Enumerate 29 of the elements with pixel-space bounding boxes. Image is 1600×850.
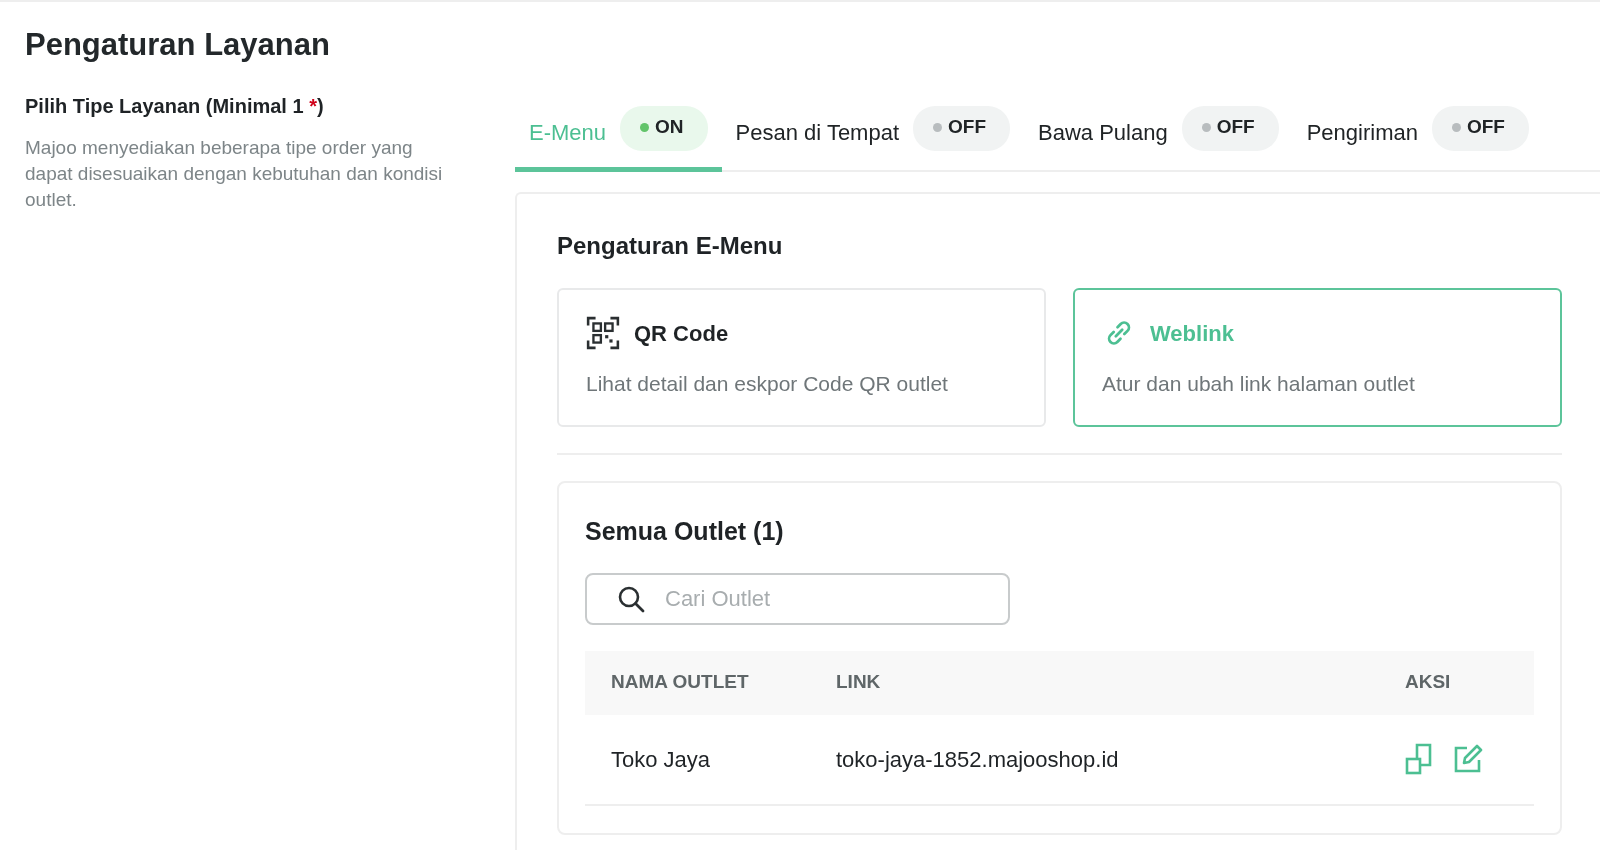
column-header: NAMA OUTLET <box>585 650 835 715</box>
option-title: QR Code <box>634 319 729 348</box>
section-description: Majoo menyediakan beberapa tipe order yang dapat disesuaikan dengan kebutuhan dan kondisi outlet. <box>25 136 444 213</box>
status-badge: OFF <box>1181 106 1279 151</box>
edit-button[interactable] <box>1453 744 1483 774</box>
service-tab[interactable]: Bawa Pulang OFF <box>1024 106 1293 172</box>
service-tab[interactable]: Pesan di Tempat OFF <box>721 106 1025 172</box>
search-field[interactable]: Cari Outlet <box>585 572 1010 625</box>
edit-icon <box>1453 744 1483 774</box>
service-tab[interactable]: Pengiriman OFF <box>1292 106 1543 172</box>
panel-title: Pengaturan E-Menu <box>557 231 784 261</box>
table-cell: Toko Jaya <box>585 714 835 805</box>
outlet-title: Semua Outlet (1) <box>585 516 785 547</box>
column-header: AKSI <box>1404 650 1534 715</box>
option-card[interactable]: QR Code Lihat detail dan eskpor Code QR outlet <box>557 288 1046 427</box>
option-description: Lihat detail dan eskpor Code QR outlet <box>586 371 949 397</box>
qr-code-icon <box>586 316 620 350</box>
table-cell: toko-jaya-1852.majooshop.id <box>835 714 1404 805</box>
search-icon <box>617 584 645 613</box>
option-description: Atur dan ubah link halaman outlet <box>1102 371 1416 397</box>
option-card[interactable]: Weblink Atur dan ubah link halaman outlet <box>1073 288 1562 427</box>
option-title: Weblink <box>1150 319 1234 348</box>
status-badge: OFF <box>913 106 1011 151</box>
column-header: LINK <box>835 650 1404 715</box>
section-label: Pilih Tipe Layanan (Minimal 1 *) <box>25 94 325 120</box>
page-title: Pengaturan Layanan <box>25 26 331 64</box>
service-tab[interactable]: E-Menu ON <box>515 106 722 172</box>
status-badge: OFF <box>1431 106 1529 151</box>
status-badge: ON <box>620 106 708 151</box>
